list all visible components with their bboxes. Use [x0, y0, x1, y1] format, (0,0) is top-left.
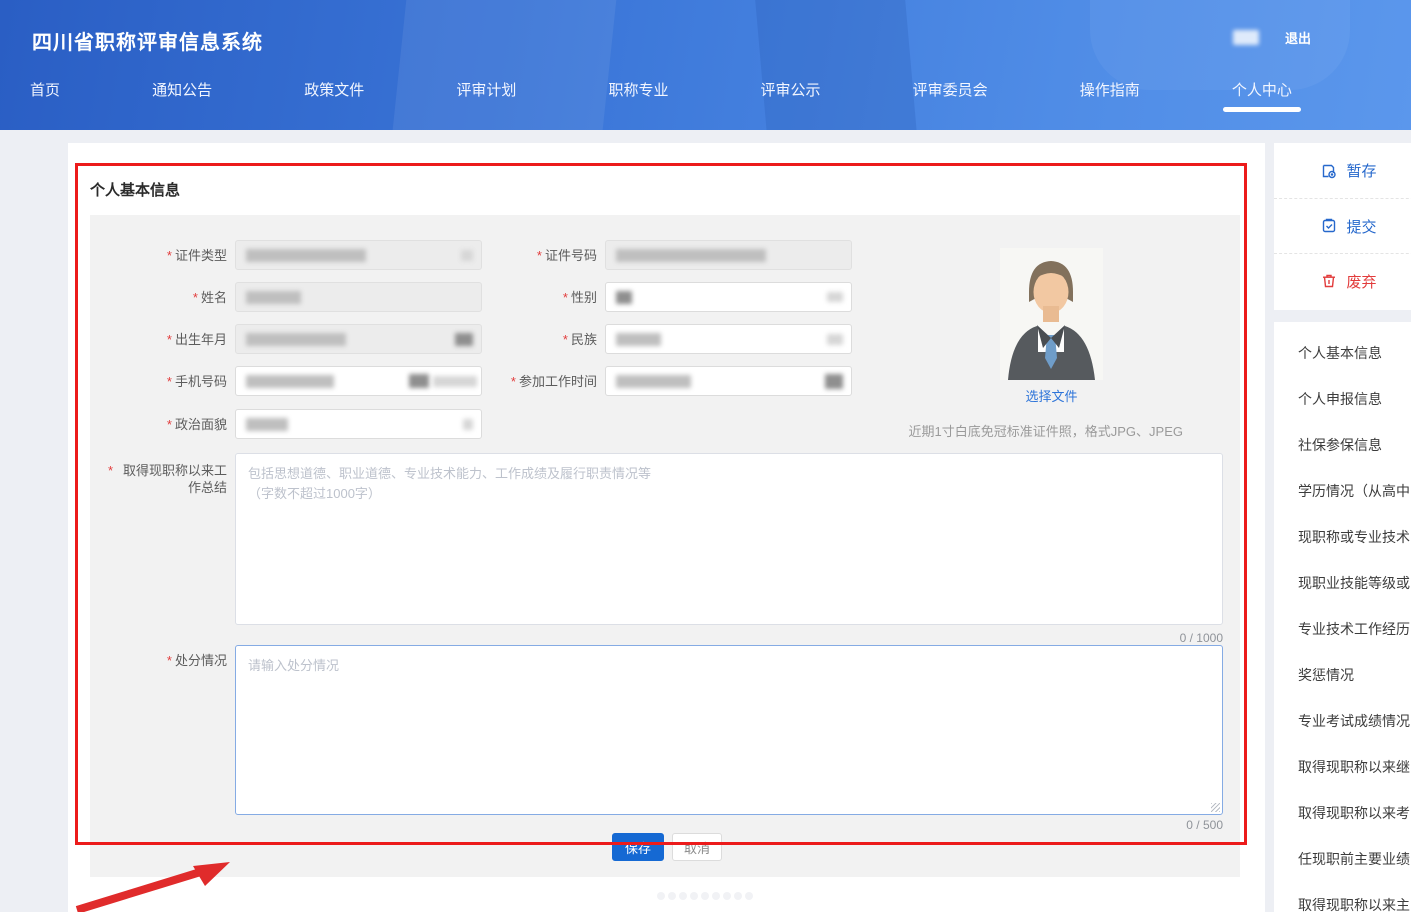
required-star: *: [537, 248, 542, 263]
app-title: 四川省职称评审信息系统: [32, 26, 263, 55]
sidebar-menu-item[interactable]: 现职业技能等级或...: [1274, 560, 1411, 606]
choose-file-link[interactable]: 选择文件: [1000, 386, 1103, 405]
submit-label: 提交: [1346, 216, 1376, 237]
app-screen: 四川省职称评审信息系统 退出 首页 通知公告 政策文件 评审计划 职称专业 评审公示 评审委…: [0, 0, 1411, 912]
sidebar-menu-item[interactable]: 任现职前主要业绩...: [1274, 836, 1411, 882]
required-star: *: [193, 290, 198, 305]
user-area: 退出: [1233, 28, 1311, 47]
section-title: 个人基本信息: [90, 179, 180, 200]
cert-type-select[interactable]: [235, 240, 482, 270]
required-star: *: [167, 374, 172, 389]
sidebar-menu-item[interactable]: 现职称或专业技术...: [1274, 514, 1411, 560]
sidebar-menu-item[interactable]: 取得现职称以来继...: [1274, 744, 1411, 790]
nav-item[interactable]: 职称专业: [608, 60, 668, 118]
save-draft-icon: [1321, 163, 1337, 179]
required-star: *: [167, 248, 172, 263]
field-label-name: *姓名: [90, 289, 227, 306]
nav-item[interactable]: 评审委员会: [913, 60, 988, 118]
name-input[interactable]: [235, 282, 482, 312]
required-star: *: [563, 332, 568, 347]
header: 四川省职称评审信息系统 退出 首页 通知公告 政策文件 评审计划 职称专业 评审公示 评审委…: [0, 0, 1411, 130]
form-panel: *证件类型 *证件号码 *姓名 *性别 *出生年月 *民族: [90, 215, 1240, 877]
sidebar-menu-item[interactable]: 学历情况（从高中...: [1274, 468, 1411, 514]
nav-item[interactable]: 个人中心: [1232, 60, 1292, 118]
nav-item[interactable]: 评审计划: [456, 60, 516, 118]
work-start-date-picker[interactable]: [605, 366, 852, 396]
save-button[interactable]: 保存: [612, 833, 664, 861]
logout-button[interactable]: 退出: [1285, 28, 1311, 47]
sidebar-menu-item[interactable]: 个人申报信息: [1274, 376, 1411, 422]
nav-item[interactable]: 首页: [30, 60, 60, 118]
placeholder-portrait-image: [1000, 248, 1103, 380]
field-label-work-summary: 取得现职称以来工作总结: [120, 462, 227, 496]
required-star: *: [167, 417, 172, 432]
work-summary-placeholder-line2: （字数不超过1000字）: [248, 484, 1210, 504]
discard-button[interactable]: 废弃: [1274, 253, 1411, 308]
ethnicity-select[interactable]: [605, 324, 852, 354]
punishment-textarea[interactable]: 请输入处分情况: [235, 645, 1223, 815]
nav-item[interactable]: 评审公示: [761, 60, 821, 118]
sidebar-actions: 暂存 提交 废弃: [1274, 143, 1411, 310]
sidebar-menu-item[interactable]: 取得现职称以来主...: [1274, 882, 1411, 912]
work-summary-placeholder-line1: 包括思想道德、职业道德、专业技术能力、工作成绩及履行职责情况等: [248, 464, 1210, 484]
gender-select[interactable]: [605, 282, 852, 312]
username-redacted: [1233, 30, 1259, 45]
sidebar-menu-item[interactable]: 取得现职称以来考...: [1274, 790, 1411, 836]
id-photo: [1000, 248, 1103, 380]
main-nav: 首页 通知公告 政策文件 评审计划 职称专业 评审公示 评审委员会 操作指南 个人中心: [30, 60, 1292, 118]
required-star: *: [167, 332, 172, 347]
field-label-cert-type: *证件类型: [90, 247, 227, 264]
work-summary-counter: 0 / 1000: [235, 631, 1223, 645]
punishment-counter: 0 / 500: [235, 818, 1223, 832]
pager-dots: [657, 892, 753, 900]
stash-button[interactable]: 暂存: [1274, 143, 1411, 198]
stash-label: 暂存: [1346, 160, 1376, 181]
nav-item[interactable]: 政策文件: [304, 60, 364, 118]
field-label-gender: *性别: [460, 289, 597, 306]
field-label-work-start-date: *参加工作时间: [460, 373, 597, 390]
field-label-punishment: *处分情况: [90, 652, 227, 669]
submit-button[interactable]: 提交: [1274, 198, 1411, 253]
sidebar-menu-item[interactable]: 专业技术工作经历: [1274, 606, 1411, 652]
submit-clipboard-icon: [1321, 218, 1337, 234]
phone-input[interactable]: [235, 366, 482, 396]
cert-number-input[interactable]: [605, 240, 852, 270]
field-label-cert-number: *证件号码: [460, 247, 597, 264]
sidebar-menu-item[interactable]: 社保参保信息: [1274, 422, 1411, 468]
nav-item[interactable]: 通知公告: [152, 60, 212, 118]
field-label-ethnicity: *民族: [460, 331, 597, 348]
discard-label: 废弃: [1346, 271, 1376, 292]
required-star: *: [511, 374, 516, 389]
required-star: *: [563, 290, 568, 305]
field-label-phone: *手机号码: [90, 373, 227, 390]
political-status-select[interactable]: [235, 409, 482, 439]
sidebar-menu-item[interactable]: 奖惩情况: [1274, 652, 1411, 698]
birth-date-picker[interactable]: [235, 324, 482, 354]
field-label-birth-date: *出生年月: [90, 331, 227, 348]
punishment-placeholder: 请输入处分情况: [248, 656, 1210, 676]
sidebar-menu-item[interactable]: 专业考试成绩情况: [1274, 698, 1411, 744]
photo-hint: 近期1寸白底免冠标准证件照，格式JPG、JPEG: [758, 421, 1183, 440]
nav-item[interactable]: 操作指南: [1080, 60, 1140, 118]
trash-icon: [1321, 273, 1337, 289]
field-label-political-status: *政治面貌: [90, 416, 227, 433]
cancel-button[interactable]: 取消: [672, 833, 722, 861]
required-star: *: [167, 653, 172, 668]
sidebar-menu: 个人基本信息个人申报信息社保参保信息学历情况（从高中...现职称或专业技术...…: [1274, 322, 1411, 912]
work-summary-textarea[interactable]: 包括思想道德、职业道德、专业技术能力、工作成绩及履行职责情况等 （字数不超过10…: [235, 453, 1223, 625]
sidebar-menu-item[interactable]: 个人基本信息: [1274, 330, 1411, 376]
